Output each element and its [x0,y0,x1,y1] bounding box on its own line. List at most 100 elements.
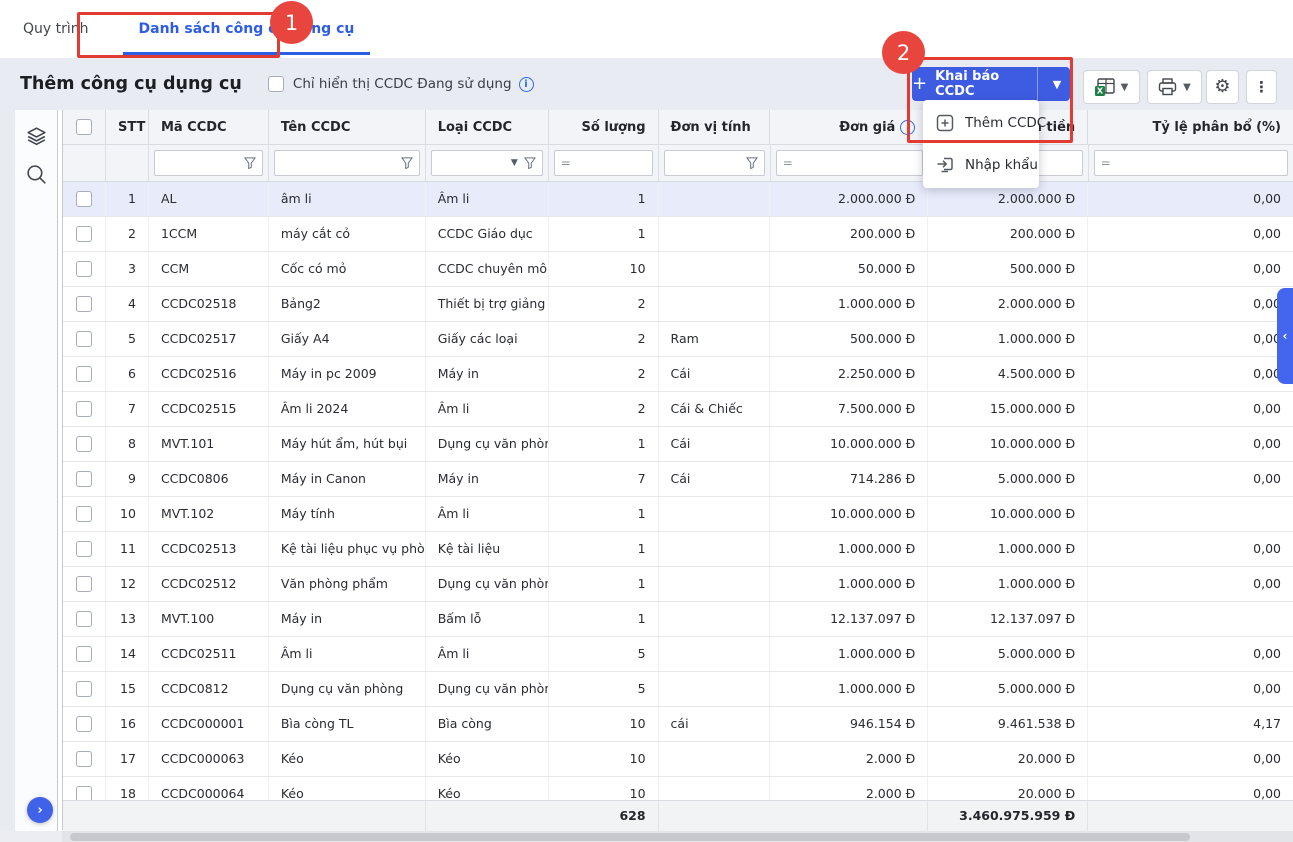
table-row[interactable]: 10MVT.102Máy tínhÂm li110.000.000 Đ10.00… [63,497,1293,532]
funnel-icon[interactable] [524,157,536,169]
scrollbar-thumb[interactable] [70,833,1190,841]
table-row[interactable]: 11CCDC02513Kệ tài liệu phục vụ phò...Kệ … [63,532,1293,567]
filter-ten-ccdc-input[interactable] [281,151,397,175]
row-checkbox[interactable] [76,681,92,697]
info-icon[interactable]: i [519,77,534,92]
equals-operator[interactable]: = [561,156,571,170]
col-header-stt[interactable]: STT [106,110,149,144]
row-checkbox[interactable] [76,506,92,522]
horizontal-scrollbar[interactable] [62,831,1293,842]
table-row[interactable]: 13MVT.100Máy inBấm lỗ112.137.097 Đ12.137… [63,602,1293,637]
chevron-down-icon[interactable]: ▼ [511,158,518,168]
row-checkbox[interactable] [76,541,92,557]
col-header-ma-ccdc[interactable]: Mã CCDC [149,110,269,144]
table-row[interactable]: 7CCDC02515Âm li 2024Âm li2Cái & Chiếc7.5… [63,392,1293,427]
search-button[interactable] [25,163,48,186]
more-options-button[interactable]: ⋮ [1246,70,1277,104]
col-header-ten-ccdc[interactable]: Tên CCDC [269,110,426,144]
row-checkbox[interactable] [76,366,92,382]
row-checkbox[interactable] [76,646,92,662]
cell-ty-le: 0,00 [1088,462,1293,496]
export-excel-button[interactable]: X ▼ [1083,70,1140,104]
cell-so-luong: 5 [549,672,659,706]
col-header-don-gia[interactable]: Đơn giá i [770,110,928,144]
settings-button[interactable]: ⚙ [1206,70,1239,104]
row-checkbox[interactable] [76,296,92,312]
table-row[interactable]: 6CCDC02516Máy in pc 2009Máy in2Cái2.250.… [63,357,1293,392]
cell-stt: 10 [106,497,149,531]
panel-collapse-tab[interactable]: ‹ [1277,288,1293,384]
funnel-icon[interactable] [401,157,413,169]
cell-loai-ccdc: Máy in [426,357,549,391]
table-row[interactable]: 14CCDC02511Âm liÂm li51.000.000 Đ5.000.0… [63,637,1293,672]
cell-stt: 5 [106,322,149,356]
row-checkbox[interactable] [76,436,92,452]
cell-stt: 11 [106,532,149,566]
col-header-ty-le[interactable]: Tỷ lệ phân bổ (%) [1088,110,1293,144]
cell-ten-ccdc: Âm li 2024 [269,392,426,426]
row-checkbox[interactable] [76,331,92,347]
row-checkbox[interactable] [76,261,92,277]
funnel-icon[interactable] [746,157,758,169]
cell-ten-ccdc: Bìa còng TL [269,707,426,741]
row-checkbox[interactable] [76,751,92,767]
annotation-box-1 [77,12,280,58]
filter-ma-ccdc-input[interactable] [161,151,240,175]
row-checkbox[interactable] [76,191,92,207]
filter-so-luong-input[interactable] [575,151,646,175]
layers-button[interactable] [24,124,49,149]
table-row[interactable]: 16CCDC000001Bìa còng TLBìa còng10cái946.… [63,707,1293,742]
filter-loai-ccdc-input[interactable] [438,151,509,175]
table-row[interactable]: 18CCDC000064KéoKéo102.000 Đ20.000 Đ0,00 [63,777,1293,800]
table-row[interactable]: 5CCDC02517Giấy A4Giấy các loại2Ram500.00… [63,322,1293,357]
table-row[interactable]: 1ALâm liÂm li12.000.000 Đ2.000.000 Đ0,00 [63,182,1293,217]
cell-loai-ccdc: Dụng cụ văn phòn... [426,427,549,461]
cell-loai-ccdc: Bấm lỗ [426,602,549,636]
cell-loai-ccdc: Âm li [426,392,549,426]
filter-don-gia-input[interactable] [797,151,916,175]
table-row[interactable]: 3CCMCốc có mỏCCDC chuyên môn1050.000 Đ50… [63,252,1293,287]
cell-so-luong: 1 [549,217,659,251]
cell-ty-le: 0,00 [1088,357,1293,391]
show-active-checkbox[interactable] [268,76,284,92]
row-checkbox[interactable] [76,576,92,592]
table-row[interactable]: 8MVT.101Máy hút ẩm, hút bụiDụng cụ văn p… [63,427,1293,462]
select-all-checkbox[interactable] [76,119,92,135]
col-header-so-luong[interactable]: Số lượng [549,110,659,144]
equals-operator[interactable]: = [1101,156,1111,170]
table-row[interactable]: 15CCDC0812Dụng cụ văn phòngDụng cụ văn p… [63,672,1293,707]
table-row[interactable]: 12CCDC02512Văn phòng phẩmDụng cụ văn phò… [63,567,1293,602]
row-checkbox[interactable] [76,611,92,627]
row-checkbox[interactable] [76,471,92,487]
sidebar-expand-button[interactable]: › [27,797,53,823]
row-checkbox-cell [63,567,106,601]
row-checkbox[interactable] [76,716,92,732]
table-row[interactable]: 9CCDC0806Máy in CanonMáy in7Cái714.286 Đ… [63,462,1293,497]
table-row[interactable]: 21CCMmáy cắt cỏCCDC Giáo dục1200.000 Đ20… [63,217,1293,252]
import-icon [936,156,954,174]
table-row[interactable]: 4CCDC02518Bảng2Thiết bị trợ giảng21.000.… [63,287,1293,322]
row-checkbox[interactable] [76,786,92,800]
total-amount: 3.460.975.959 Đ [928,801,1088,831]
cell-don-gia: 10.000.000 Đ [770,497,928,531]
cell-thanh-tien: 1.000.000 Đ [928,532,1088,566]
cell-ty-le: 0,00 [1088,392,1293,426]
printer-icon [1158,78,1177,96]
cell-stt: 2 [106,217,149,251]
cell-don-vi-tinh: Ram [659,322,771,356]
cell-ten-ccdc: Máy hút ẩm, hút bụi [269,427,426,461]
cell-so-luong: 7 [549,462,659,496]
col-header-loai-ccdc[interactable]: Loại CCDC [426,110,549,144]
row-checkbox[interactable] [76,226,92,242]
filter-ty-le-input[interactable] [1115,151,1281,175]
cell-ten-ccdc: Văn phòng phẩm [269,567,426,601]
filter-don-vi-tinh-input[interactable] [671,151,742,175]
funnel-icon[interactable] [244,157,256,169]
cell-don-vi-tinh [659,777,771,800]
row-checkbox[interactable] [76,401,92,417]
table-row[interactable]: 17CCDC000063KéoKéo102.000 Đ20.000 Đ0,00 [63,742,1293,777]
print-button[interactable]: ▼ [1147,70,1202,104]
menu-item-nhap-khau[interactable]: Nhập khẩu [923,144,1039,186]
col-header-don-vi-tinh[interactable]: Đơn vị tính [659,110,771,144]
equals-operator[interactable]: = [783,156,793,170]
